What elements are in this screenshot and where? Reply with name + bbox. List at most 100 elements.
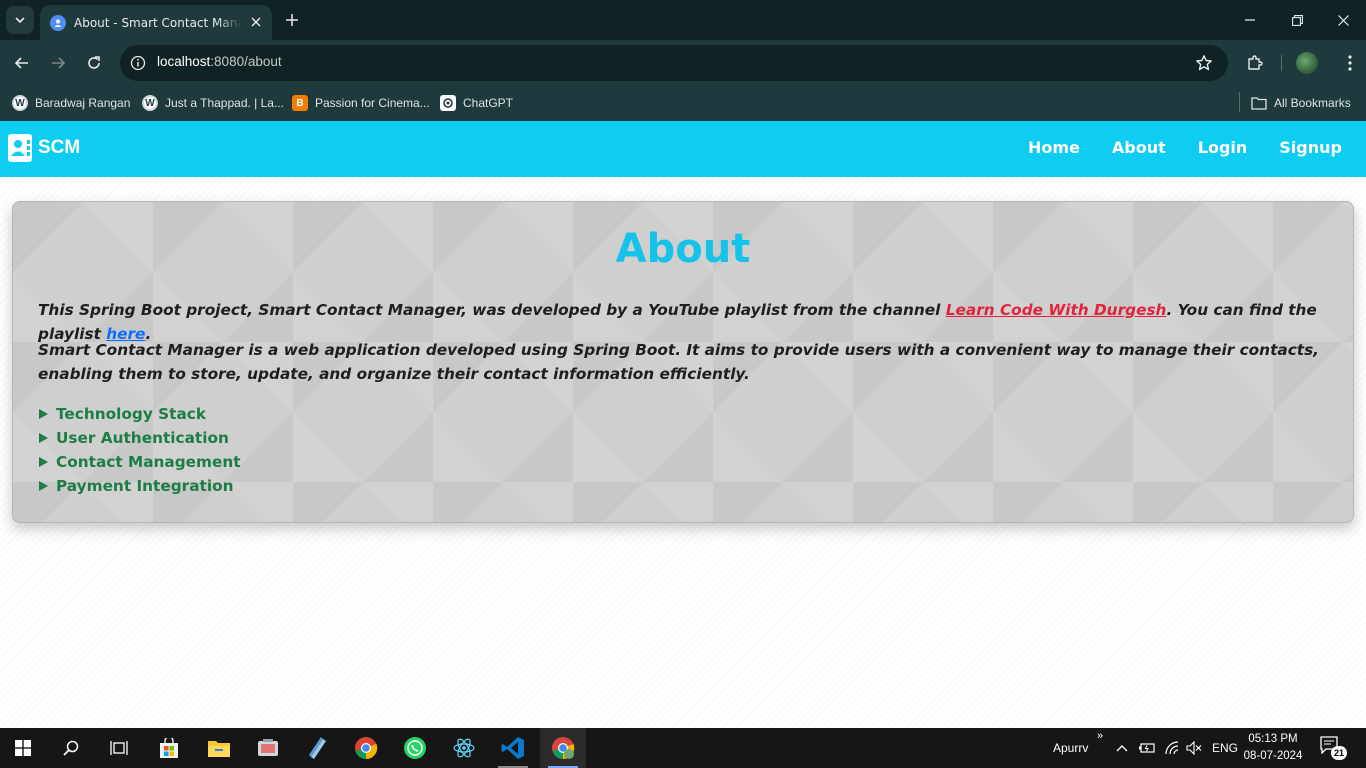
summary-label: Payment Integration [56,477,234,495]
triangle-right-icon [39,481,48,491]
details-summary-contact-management[interactable]: Contact Management [38,450,241,474]
bookmark-item[interactable]: B Passion for Cinema... [292,92,430,114]
notes-icon [309,737,326,759]
wordpress-icon: W [142,95,158,111]
blogger-icon: B [292,95,308,111]
nav-link-login[interactable]: Login [1198,138,1248,157]
contact-card-icon [8,134,32,162]
wifi-icon [1165,741,1179,755]
page-title: About [615,226,751,272]
bookmark-item[interactable]: W Baradwaj Rangan [12,92,130,114]
wordpress-icon: W [12,95,28,111]
system-clock[interactable]: 05:13 PM 08-07-2024 [1240,731,1306,765]
browser-tab-active[interactable]: About - Smart Contact Manager [40,5,272,40]
taskbar-app-notes[interactable] [294,728,340,768]
language-indicator[interactable]: ENG [1212,741,1238,755]
details-summary-technology-stack[interactable]: Technology Stack [38,402,241,426]
nav-link-about[interactable]: About [1112,138,1166,157]
search-button[interactable] [48,728,94,768]
details-summary-payment-integration[interactable]: Payment Integration [38,474,241,498]
reload-button[interactable] [82,51,106,75]
chevron-down-icon [15,17,25,24]
bookmarks-divider [1239,92,1240,112]
clock-date: 08-07-2024 [1243,750,1303,762]
plus-icon [286,14,298,26]
extensions-button[interactable] [1243,51,1267,75]
restore-button[interactable] [1285,8,1309,32]
details-list: Technology Stack User Authentication Con… [38,402,241,498]
taskbar-react-app[interactable] [441,728,487,768]
browser-menu-button[interactable] [1338,51,1362,75]
arrow-right-icon [52,57,66,69]
details-summary-user-authentication[interactable]: User Authentication [38,426,241,450]
back-button[interactable] [10,51,34,75]
taskbar-chrome-active[interactable] [540,728,586,768]
chrome-icon [355,737,378,760]
wifi-status[interactable] [1160,728,1184,768]
nav-links: Home About Login Signup [996,138,1342,157]
triangle-right-icon [39,433,48,443]
bookmark-label: Just a Thappad. | La... [165,96,284,110]
profile-avatar[interactable] [1296,52,1318,74]
bookmark-star-icon[interactable] [1194,53,1214,73]
brand-name: SCM [38,137,81,158]
windows-logo-icon [15,740,31,756]
taskbar-app-store[interactable] [146,728,192,768]
search-icon [63,740,79,756]
tab-search-button[interactable] [6,6,34,34]
taskbar-app-snipping[interactable] [245,728,291,768]
site-info-icon[interactable] [129,54,147,72]
about-card: About This Spring Boot project, Smart Co… [12,201,1354,523]
volume-status[interactable] [1182,728,1206,768]
taskbar-whatsapp[interactable] [392,728,438,768]
store-icon [160,738,178,758]
close-tab-icon[interactable] [248,14,264,30]
nav-link-signup[interactable]: Signup [1279,138,1342,157]
intro-text: This Spring Boot project, Smart Contact … [38,301,946,319]
taskbar-chrome[interactable] [343,728,389,768]
description-paragraph: Smart Contact Manager is a web applicati… [38,341,1319,383]
tray-user-label[interactable]: Apurrv [1053,741,1088,755]
tray-overflow-icon[interactable]: » [1097,730,1103,742]
bookmark-item[interactable]: W Just a Thappad. | La... [142,92,284,114]
browser-toolbar: localhost:8080/about [0,40,1366,86]
triangle-right-icon [39,409,48,419]
close-window-button[interactable] [1331,8,1355,32]
url-host: localhost [157,54,211,69]
all-bookmarks-label: All Bookmarks [1274,96,1351,110]
vscode-icon [501,737,524,759]
all-bookmarks-button[interactable]: All Bookmarks [1251,92,1351,114]
whatsapp-icon [404,737,426,759]
task-view-icon [110,741,128,755]
url-path: :8080/about [210,54,282,69]
screenshot-app-icon [258,739,278,756]
bookmarks-bar: W Baradwaj Rangan W Just a Thappad. | La… [0,86,1366,121]
toolbar-divider [1281,55,1282,71]
minimize-button[interactable] [1238,8,1262,32]
channel-link[interactable]: Learn Code With Durgesh [946,301,1167,319]
puzzle-icon [1248,55,1263,70]
notification-center-button[interactable]: 21 [1318,736,1348,760]
chrome-profile-icon [552,737,575,760]
battery-status[interactable] [1135,728,1159,768]
address-bar[interactable]: localhost:8080/about [120,45,1228,81]
show-hidden-icons-button[interactable] [1110,728,1134,768]
taskbar-file-explorer[interactable] [196,728,242,768]
bookmark-label: Passion for Cinema... [315,96,430,110]
brand-logo[interactable]: SCM [8,134,80,162]
windows-taskbar: Apurrv » ENG 05:13 PM 08-07-2024 21 [0,728,1366,768]
taskbar-vscode[interactable] [490,728,536,768]
nav-link-home[interactable]: Home [1028,138,1080,157]
minimize-icon [1245,19,1255,21]
url-text[interactable]: localhost:8080/about [157,54,282,69]
battery-icon [1139,743,1155,753]
site-navbar: SCM Home About Login Signup [0,121,1366,177]
start-button[interactable] [0,728,46,768]
task-view-button[interactable] [96,728,142,768]
forward-button[interactable] [46,51,70,75]
summary-label: Contact Management [56,453,241,471]
notification-count-badge: 21 [1331,746,1347,760]
triangle-right-icon [39,457,48,467]
new-tab-button[interactable] [282,10,302,30]
bookmark-item[interactable]: ChatGPT [440,92,513,114]
